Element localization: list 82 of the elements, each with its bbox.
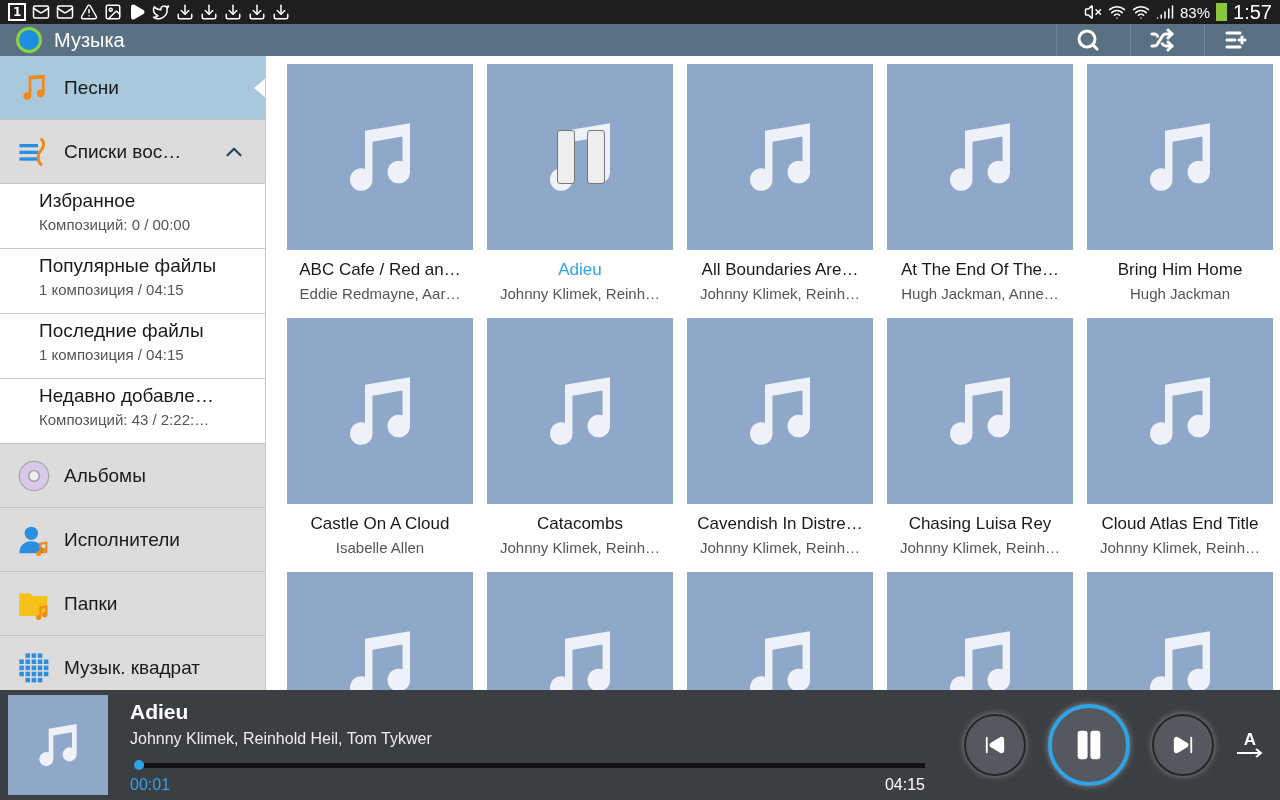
playlist-item[interactable]: Избранное Композиций: 0 / 00:00 [0,184,265,249]
song-artist: Isabelle Allen [335,539,425,556]
download-icon [224,3,243,21]
song-title: Catacombs [537,514,623,534]
song-artist: Johnny Klimek, Reinh… [699,285,861,302]
playlist-name: Популярные файлы [39,255,218,277]
wifi-icon [1108,3,1127,21]
song-title: Cavendish In Distre… [697,514,863,534]
playlist-info: 1 композиция / 04:15 [39,346,185,363]
song-title: All Boundaries Are… [701,260,859,280]
bird-icon [152,3,171,21]
playlist-info: 1 композиция / 04:15 [39,281,185,298]
pause-icon [557,130,605,184]
signal-icon [1156,3,1175,21]
album-art-tile[interactable] [487,318,673,504]
sidebar-item[interactable]: Песни [0,56,265,120]
album-art-tile[interactable] [887,318,1073,504]
now-playing-title: Adieu [130,700,190,724]
download-icon [272,3,291,21]
battery-percent: 83% [1180,3,1211,21]
song-title: Adieu [558,260,602,280]
battery-icon [1216,3,1228,21]
album-art-tile[interactable] [487,64,673,250]
song-artist: Johnny Klimek, Reinh… [499,285,661,302]
clock: 1:57 [1233,0,1272,24]
song-artist: Johnny Klimek, Reinh… [1099,539,1261,556]
album-art-tile[interactable] [1087,64,1273,250]
playlist-item[interactable]: Популярные файлы 1 композиция / 04:15 [0,249,265,314]
playlist-name: Избранное [39,190,137,212]
song-title: ABC Cafe / Red an… [299,260,461,280]
playlist-item[interactable]: Последние файлы 1 композиция / 04:15 [0,314,265,379]
mail-icon [56,3,75,21]
wifi-icon [1132,3,1151,21]
app-title: Музыка [54,28,125,52]
song-title: At The End Of The… [900,260,1060,280]
arrow-icon [1236,748,1264,758]
app-logo-icon [16,27,42,53]
playlist-info: Композиций: 43 / 2:22:… [39,411,211,428]
mute-icon [1084,3,1103,21]
total-time: 04:15 [884,776,925,794]
album-art-tile[interactable] [287,64,473,250]
search-icon [1075,28,1100,52]
image-icon [104,3,123,21]
previous-button[interactable] [964,714,1026,776]
progress-thumb[interactable] [133,760,144,770]
playlist-name: Последние файлы [39,320,205,342]
lyrics-button[interactable]: A [1236,732,1264,758]
next-button[interactable] [1152,714,1214,776]
dot-grid-icon [18,651,50,684]
pause-button[interactable] [1048,704,1130,786]
mail-icon [32,3,51,21]
song-artist: Eddie Redmayne, Aar… [299,285,461,302]
playlist-name: Недавно добавле… [39,385,215,407]
next-icon [1172,734,1194,756]
song-artist: Johnny Klimek, Reinh… [699,539,861,556]
album-art-tile[interactable] [687,64,873,250]
previous-icon [984,734,1006,756]
song-title: Castle On A Cloud [310,514,450,534]
song-title: Bring Him Home [1117,260,1243,280]
elapsed-time: 00:01 [130,776,171,794]
album-art-tile[interactable] [287,318,473,504]
song-artist: Hugh Jackman [1129,285,1231,302]
song-artist: Hugh Jackman, Anne… [901,285,1059,302]
notification-count: 1 [8,3,27,21]
song-title: Chasing Luisa Rey [908,514,1052,534]
play-icon [128,3,147,21]
download-icon [248,3,267,21]
now-playing-artist: Johnny Klimek, Reinhold Heil, Tom Tykwer [130,730,433,748]
playlist-info: Композиций: 0 / 00:00 [39,216,191,233]
album-art-tile[interactable] [687,318,873,504]
shuffle-icon [1149,28,1174,52]
download-icon [200,3,219,21]
disc-icon [18,459,50,492]
song-title: Cloud Atlas End Title [1101,514,1259,534]
warning-icon [80,3,99,21]
download-icon [176,3,195,21]
playlist-item[interactable]: Недавно добавле… Композиций: 43 / 2:22:… [0,379,265,444]
song-artist: Johnny Klimek, Reinh… [499,539,661,556]
song-artist: Johnny Klimek, Reinh… [899,539,1061,556]
album-art-tile[interactable] [887,64,1073,250]
selection-pointer [254,78,265,98]
album-art-tile[interactable] [1087,318,1273,504]
